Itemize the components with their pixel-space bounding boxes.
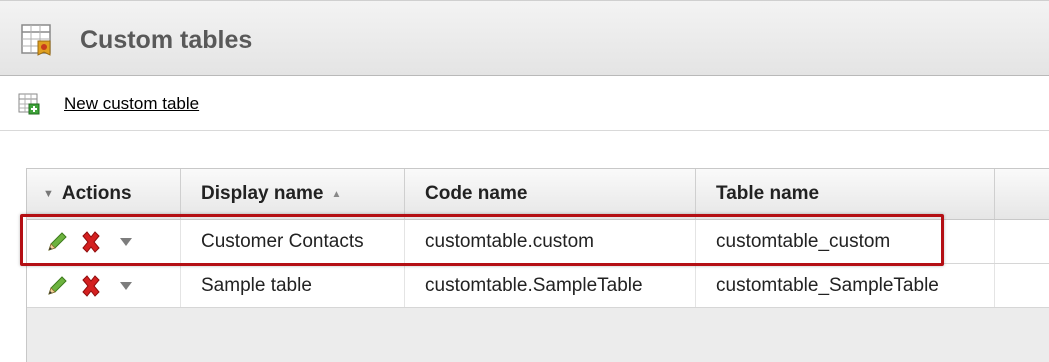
column-header-display-name[interactable]: Display name ▲	[181, 169, 405, 219]
cell-table-name: customtable_custom	[696, 220, 995, 263]
chevron-down-icon[interactable]	[119, 281, 133, 291]
chevron-down-icon[interactable]: ▼	[43, 188, 54, 200]
delete-icon[interactable]	[79, 230, 103, 254]
toolbar: New custom table	[0, 77, 1049, 131]
cell-display-name: Sample table	[181, 264, 405, 307]
cell-filler	[995, 220, 1049, 263]
sort-ascending-icon: ▲	[331, 189, 342, 200]
row-actions	[27, 264, 181, 307]
edit-icon[interactable]	[45, 230, 69, 254]
cell-display-name: Customer Contacts	[181, 220, 405, 263]
column-label-display-name: Display name	[201, 183, 324, 204]
custom-tables-grid: ▼ Actions Display name ▲ Code name Table n…	[26, 168, 1049, 362]
table-row[interactable]: Customer Contacts customtable.custom cus…	[27, 220, 1049, 264]
column-header-table-name[interactable]: Table name	[696, 169, 995, 219]
column-header-actions[interactable]: ▼ Actions	[27, 169, 181, 219]
column-label-table-name: Table name	[716, 183, 820, 204]
new-custom-table-link[interactable]: New custom table	[64, 94, 199, 114]
edit-icon[interactable]	[45, 274, 69, 298]
add-table-icon[interactable]	[18, 93, 40, 115]
grid-header: ▼ Actions Display name ▲ Code name Table n…	[27, 169, 1049, 220]
delete-icon[interactable]	[79, 274, 103, 298]
column-label-code-name: Code name	[425, 183, 528, 204]
custom-table-icon	[21, 24, 51, 56]
column-header-code-name[interactable]: Code name	[405, 169, 696, 219]
table-row[interactable]: Sample table customtable.SampleTable cus…	[27, 264, 1049, 308]
page-header: Custom tables	[0, 0, 1049, 76]
cell-code-name: customtable.SampleTable	[405, 264, 696, 307]
chevron-down-icon[interactable]	[119, 237, 133, 247]
cell-table-name: customtable_SampleTable	[696, 264, 995, 307]
cell-code-name: customtable.custom	[405, 220, 696, 263]
column-header-filler	[995, 169, 1049, 219]
page-title: Custom tables	[80, 26, 253, 54]
row-actions	[27, 220, 181, 263]
column-label-actions: Actions	[61, 183, 132, 204]
cell-filler	[995, 264, 1049, 307]
